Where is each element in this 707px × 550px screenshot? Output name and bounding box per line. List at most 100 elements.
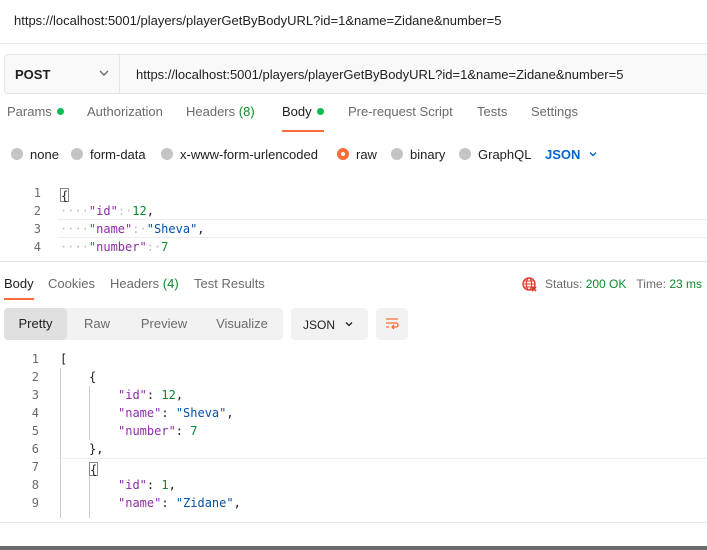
radio-none[interactable]: none xyxy=(11,147,59,162)
code-line: ····"id":·12, xyxy=(60,204,154,218)
tab-tests[interactable]: Tests xyxy=(477,104,507,132)
code-line: [ xyxy=(60,352,68,366)
line-number: 5 xyxy=(31,424,39,438)
json-key: "id" xyxy=(118,388,147,402)
tab-test-results[interactable]: Test Results xyxy=(194,276,265,304)
json-key: "name" xyxy=(118,496,162,510)
radio-icon xyxy=(71,148,83,160)
wrap-lines-button[interactable] xyxy=(376,308,408,340)
line-number: 2 xyxy=(33,204,41,218)
radio-urlencoded[interactable]: x-www-form-urlencoded xyxy=(161,147,318,162)
view-mode-switch: Pretty Raw Preview Visualize xyxy=(4,308,283,340)
tab-cookies[interactable]: Cookies xyxy=(48,276,95,304)
radio-graphql-label: GraphQL xyxy=(478,147,532,162)
url-input[interactable]: https://localhost:5001/players/playerGet… xyxy=(136,67,623,82)
line-number-gutter: 1 2 3 4 xyxy=(0,182,50,261)
tab-response-headers-label: Headers xyxy=(110,276,160,291)
tab-body[interactable]: Body xyxy=(282,104,324,132)
code-line: }, xyxy=(89,442,104,456)
title-bar: https://localhost:5001/players/playerGet… xyxy=(0,0,707,44)
line-number: 4 xyxy=(31,406,39,420)
body-type-options: none form-data x-www-form-urlencoded raw… xyxy=(0,144,707,166)
row-divider xyxy=(58,458,707,459)
json-value: "Sheva" xyxy=(146,222,198,236)
status-bar xyxy=(0,546,707,550)
radio-raw[interactable]: raw xyxy=(337,147,377,162)
radio-selected-icon xyxy=(337,148,349,160)
tab-authorization[interactable]: Authorization xyxy=(87,104,163,132)
chevron-down-icon xyxy=(589,152,597,157)
code-line: "id": 12, xyxy=(118,388,184,402)
code-line: "number": 7 xyxy=(118,424,198,438)
code-line: "id": 1, xyxy=(118,478,176,492)
status-value: 200 OK xyxy=(585,277,627,291)
radio-graphql[interactable]: GraphQL xyxy=(459,147,531,162)
response-toolbar: Pretty Raw Preview Visualize JSON xyxy=(0,308,707,340)
response-status: Status: 200 OK Time: 23 ms xyxy=(521,276,702,292)
radio-form-data-label: form-data xyxy=(90,147,146,162)
tab-prerequest-script[interactable]: Pre-request Script xyxy=(348,104,453,132)
globe-icon[interactable] xyxy=(521,276,537,292)
headers-count: (8) xyxy=(238,104,255,119)
request-bar: POST https://localhost:5001/players/play… xyxy=(4,54,707,94)
line-number: 4 xyxy=(33,240,41,254)
radio-binary[interactable]: binary xyxy=(391,147,445,162)
response-format-select[interactable]: JSON xyxy=(291,308,368,340)
bracket-highlight: { xyxy=(89,462,99,477)
chevron-down-icon xyxy=(99,70,109,76)
request-body-editor[interactable]: 1 2 3 4 { ····"id":·12, ····"name":·"She… xyxy=(0,182,707,262)
tab-headers[interactable]: Headers (8) xyxy=(186,104,255,132)
code-line: "name": "Sheva", xyxy=(118,406,234,420)
time-value: 23 ms xyxy=(669,277,703,291)
indent-guide xyxy=(89,386,90,440)
json-value: 7 xyxy=(161,240,169,254)
json-key: "number" xyxy=(88,240,147,254)
tab-params[interactable]: Params xyxy=(7,104,64,132)
code-line: { xyxy=(89,370,97,384)
request-tabs: Params Authorization Headers (8) Body Pr… xyxy=(0,104,707,134)
row-divider xyxy=(58,219,707,220)
tab-response-headers[interactable]: Headers (4) xyxy=(110,276,179,304)
line-number: 1 xyxy=(31,352,39,366)
chevron-down-icon xyxy=(345,322,353,327)
json-key: "id" xyxy=(118,478,147,492)
line-number: 7 xyxy=(31,460,39,474)
line-number: 8 xyxy=(31,478,39,492)
radio-form-data[interactable]: form-data xyxy=(71,147,146,162)
tab-headers-label: Headers xyxy=(186,104,236,119)
radio-icon xyxy=(459,148,471,160)
view-preview-button[interactable]: Preview xyxy=(127,308,201,340)
wrap-lines-icon xyxy=(386,318,399,330)
json-value: 7 xyxy=(190,424,198,438)
line-number: 3 xyxy=(31,388,39,402)
json-key: "number" xyxy=(118,424,176,438)
language-select[interactable]: JSON xyxy=(545,147,598,162)
line-number: 1 xyxy=(33,186,41,200)
row-divider xyxy=(58,237,707,238)
format-label: JSON xyxy=(303,318,336,332)
code-line: ····"number":·7 xyxy=(60,240,169,254)
view-visualize-button[interactable]: Visualize xyxy=(201,308,283,340)
radio-none-label: none xyxy=(30,147,59,162)
indent-guide xyxy=(89,476,90,518)
window-title: https://localhost:5001/players/playerGet… xyxy=(14,13,502,28)
status-label: Status: xyxy=(545,277,583,291)
json-value: "Sheva" xyxy=(175,406,227,420)
time-label: Time: xyxy=(636,277,666,291)
tab-response-body[interactable]: Body xyxy=(4,276,34,300)
bracket-highlight: { xyxy=(60,188,70,203)
response-body-viewer[interactable]: 1 2 3 4 5 6 7 8 9 [ { "id": 12, "name": … xyxy=(0,350,707,518)
radio-icon xyxy=(11,148,23,160)
view-pretty-button[interactable]: Pretty xyxy=(4,308,67,340)
method-select[interactable]: POST xyxy=(5,55,120,93)
code-line: { xyxy=(60,186,70,203)
line-number: 2 xyxy=(31,370,39,384)
tab-settings[interactable]: Settings xyxy=(531,104,578,132)
code-line: "name": "Zidane", xyxy=(118,496,241,510)
status-dot-icon xyxy=(316,108,324,115)
line-number: 6 xyxy=(31,442,39,456)
code-line: ····"name":·"Sheva", xyxy=(60,222,205,236)
line-number: 9 xyxy=(31,496,39,510)
view-raw-button[interactable]: Raw xyxy=(67,308,127,340)
language-label: JSON xyxy=(545,147,581,162)
